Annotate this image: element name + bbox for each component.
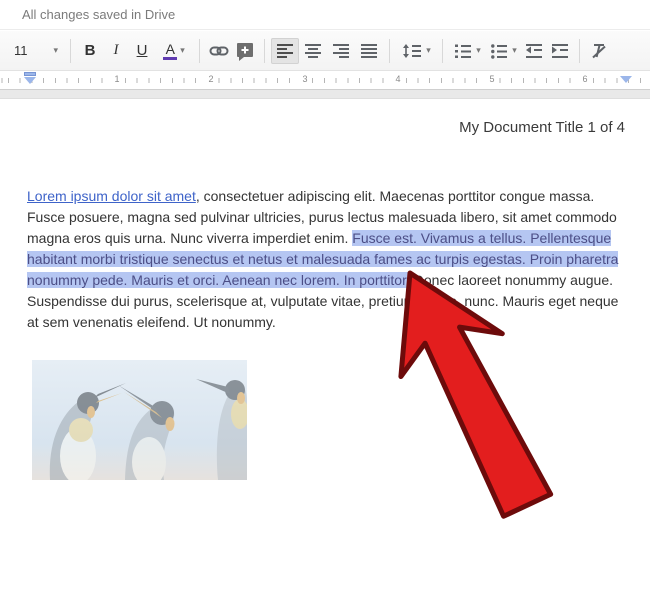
bulleted-list-icon xyxy=(489,41,509,61)
toolbar-separator xyxy=(264,39,265,63)
font-size-select[interactable]: 11 ▾ xyxy=(8,38,64,64)
chevron-down-icon: ▾ xyxy=(180,46,185,55)
ruler-number: 5 xyxy=(487,74,497,84)
bold-button[interactable]: B xyxy=(77,38,103,64)
chain-link-icon xyxy=(208,40,230,62)
ruler-number: 6 xyxy=(580,74,590,84)
align-center-button[interactable] xyxy=(299,38,327,64)
save-status-text: All changes saved in Drive xyxy=(22,7,175,22)
ruler-number: 3 xyxy=(300,74,310,84)
underline-button[interactable]: U xyxy=(129,38,155,64)
decrease-indent-icon xyxy=(524,41,544,61)
status-bar: All changes saved in Drive xyxy=(0,0,650,30)
ruler-page-divider xyxy=(0,90,650,99)
ruler-ticks xyxy=(0,78,650,83)
insert-comment-button[interactable] xyxy=(232,38,258,64)
toolbar-separator xyxy=(199,39,200,63)
chevron-down-icon: ▾ xyxy=(476,46,481,55)
line-spacing-button[interactable]: ▾ xyxy=(396,38,436,64)
align-right-icon xyxy=(331,41,351,61)
lorem-ipsum-link[interactable]: Lorem ipsum dolor sit amet xyxy=(27,188,196,204)
clear-formatting-button[interactable] xyxy=(586,38,612,64)
left-indent-marker[interactable] xyxy=(24,77,36,84)
decrease-indent-button[interactable] xyxy=(521,38,547,64)
toolbar: 11 ▾ B I U A ▾ xyxy=(0,31,650,71)
font-size-value: 11 xyxy=(14,43,28,58)
toolbar-separator xyxy=(579,39,580,63)
align-justify-icon xyxy=(359,41,379,61)
chevron-down-icon: ▾ xyxy=(53,46,58,55)
align-left-icon xyxy=(275,41,295,61)
ruler-number: 1 xyxy=(112,74,122,84)
penguins-image[interactable] xyxy=(32,360,247,480)
chevron-down-icon: ▾ xyxy=(426,46,431,55)
italic-button[interactable]: I xyxy=(103,38,129,64)
text-color-icon: A xyxy=(163,42,177,60)
document-header-title[interactable]: My Document Title 1 of 4 xyxy=(0,119,625,136)
toolbar-separator xyxy=(70,39,71,63)
increase-indent-button[interactable] xyxy=(547,38,573,64)
insert-link-button[interactable] xyxy=(206,38,232,64)
align-justify-button[interactable] xyxy=(355,38,383,64)
toolbar-separator xyxy=(442,39,443,63)
align-right-button[interactable] xyxy=(327,38,355,64)
align-left-button[interactable] xyxy=(271,38,299,64)
numbered-list-icon xyxy=(453,41,473,61)
right-indent-marker[interactable] xyxy=(620,76,632,83)
add-comment-bubble-icon xyxy=(234,40,256,62)
line-spacing-icon xyxy=(401,41,423,61)
increase-indent-icon xyxy=(550,41,570,61)
clear-formatting-icon xyxy=(589,41,609,61)
numbered-list-button[interactable]: ▾ xyxy=(449,38,485,64)
chevron-down-icon: ▾ xyxy=(512,46,517,55)
toolbar-separator xyxy=(389,39,390,63)
ruler-number: 2 xyxy=(206,74,216,84)
align-center-icon xyxy=(303,41,323,61)
ruler-number: 4 xyxy=(393,74,403,84)
google-docs-window: { "status_bar": { "text": "All changes s… xyxy=(0,0,650,478)
first-line-indent-marker[interactable] xyxy=(24,72,36,76)
text-color-button[interactable]: A ▾ xyxy=(155,38,193,64)
document-canvas[interactable]: My Document Title 1 of 4 Lorem ipsum dol… xyxy=(0,99,650,478)
ruler: 1 2 3 4 5 6 xyxy=(0,71,650,90)
bulleted-list-button[interactable]: ▾ xyxy=(485,38,521,64)
document-paragraph[interactable]: Lorem ipsum dolor sit amet, consectetuer… xyxy=(27,186,627,333)
